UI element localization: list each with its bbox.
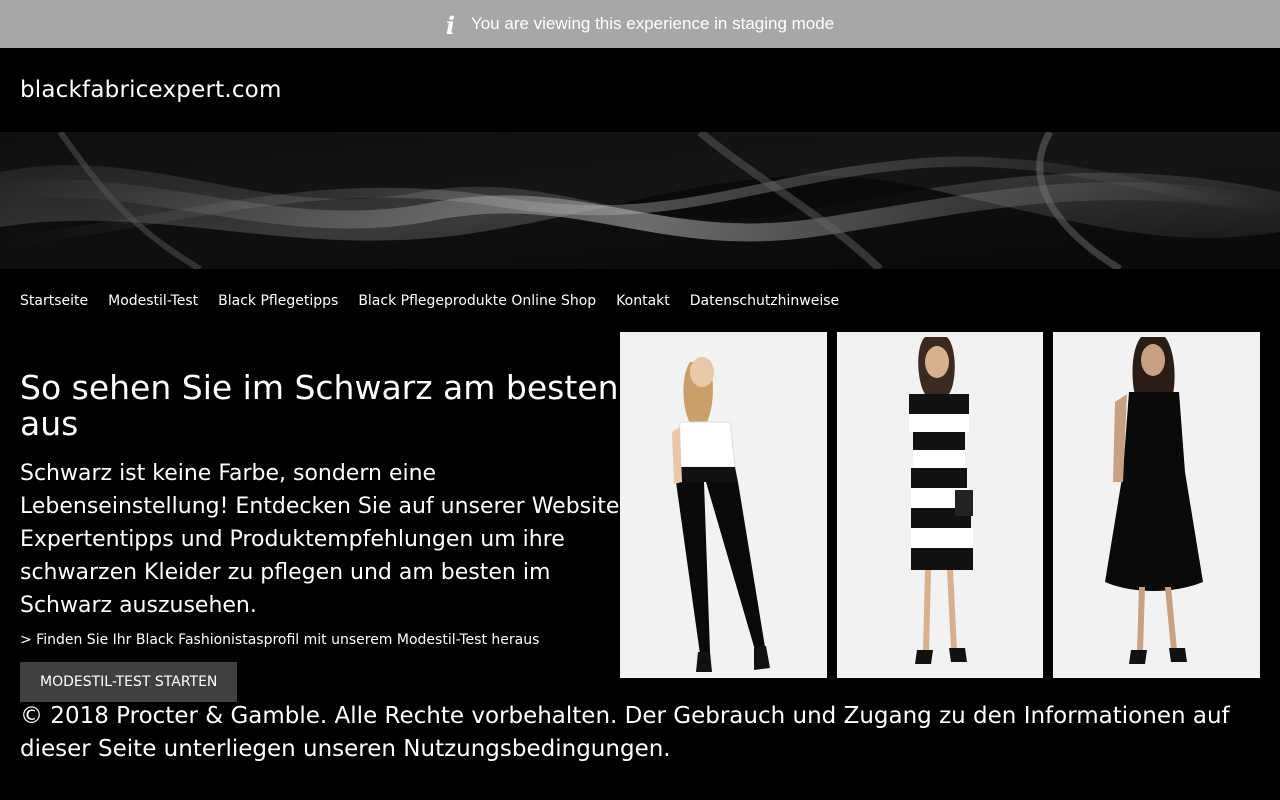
main-nav: Startseite Modestil-Test Black Pflegetip… bbox=[0, 269, 1280, 332]
staging-message: You are viewing this experience in stagi… bbox=[470, 14, 835, 33]
hero-headline: So sehen Sie im Schwarz am besten aus bbox=[20, 368, 619, 444]
satin-banner bbox=[0, 132, 1280, 269]
site-logo[interactable]: blackfabricexpert.com bbox=[20, 77, 282, 103]
black-satin-banner-image bbox=[0, 132, 1280, 269]
fashion-gallery bbox=[620, 332, 1261, 678]
modestil-teaser-link[interactable]: > Finden Sie Ihr Black Fashionistasprofi… bbox=[20, 632, 620, 648]
site-header: blackfabricexpert.com bbox=[0, 48, 1280, 132]
staging-bar: i You are viewing this experience in sta… bbox=[0, 0, 1280, 48]
nav-item-kontakt[interactable]: Kontakt bbox=[616, 293, 670, 309]
footer-copyright: © 2018 Procter & Gamble. Alle Rechte vor… bbox=[20, 703, 1230, 762]
model-black-dress-photo bbox=[1053, 332, 1261, 678]
hero-section: So sehen Sie im Schwarz am besten aus Sc… bbox=[0, 332, 1280, 702]
nav-item-online-shop[interactable]: Black Pflegeprodukte Online Shop bbox=[358, 293, 596, 309]
hero-lead: Schwarz ist keine Farbe, sondern eine Le… bbox=[20, 460, 620, 618]
nav-item-modestil-test[interactable]: Modestil-Test bbox=[108, 293, 198, 309]
model-black-jeans-photo bbox=[620, 332, 827, 678]
model-striped-dress-photo bbox=[836, 332, 1044, 678]
nav-item-startseite[interactable]: Startseite bbox=[20, 293, 88, 309]
nav-item-black-pflegetipps[interactable]: Black Pflegetipps bbox=[218, 293, 338, 309]
nav-item-datenschutz[interactable]: Datenschutzhinweise bbox=[690, 293, 839, 309]
hero-text: So sehen Sie im Schwarz am besten aus Sc… bbox=[0, 332, 620, 702]
info-icon: i bbox=[445, 10, 455, 40]
start-modestil-test-button[interactable]: MODESTIL-TEST STARTEN bbox=[20, 661, 238, 702]
